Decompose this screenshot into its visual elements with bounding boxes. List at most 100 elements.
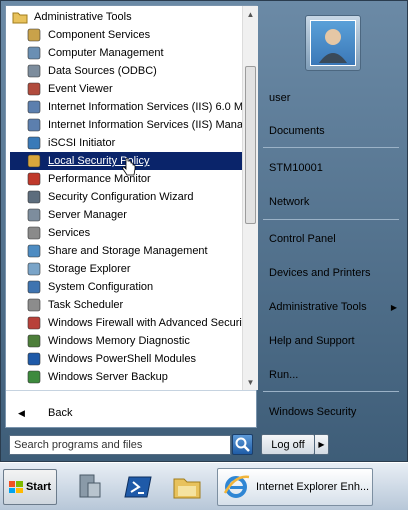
right-pane-item[interactable]: Network — [263, 189, 403, 215]
arrow-right-icon: ▶ — [318, 440, 325, 449]
system-config-icon — [26, 279, 42, 295]
scroll-down-button[interactable]: ▼ — [243, 374, 258, 390]
program-item[interactable]: Component Services — [6, 26, 242, 44]
program-label: Windows Server Backup — [48, 371, 168, 383]
user-avatar-icon — [310, 20, 356, 66]
program-item[interactable]: Share and Storage Management — [6, 242, 242, 260]
right-pane-label: Help and Support — [269, 335, 355, 347]
right-pane-label: Devices and Printers — [269, 267, 371, 279]
powershell-icon — [26, 351, 42, 367]
user-avatar[interactable] — [305, 15, 361, 71]
server-manager-icon — [26, 207, 42, 223]
scroll-up-button[interactable]: ▲ — [243, 6, 258, 22]
right-pane-item[interactable]: Control Panel — [263, 226, 403, 252]
program-label: Component Services — [48, 29, 151, 41]
start-button[interactable]: Start — [3, 469, 57, 505]
right-pane-item[interactable]: STM10001 — [263, 155, 403, 181]
backup-icon — [26, 369, 42, 385]
program-item[interactable]: Windows Memory Diagnostic — [6, 332, 242, 350]
program-label: Internet Information Services (IIS) Mana — [48, 119, 242, 131]
memory-icon — [26, 333, 42, 349]
right-pane-item[interactable]: Run... — [263, 362, 403, 388]
powershell-taskbar-icon[interactable] — [124, 473, 154, 501]
right-pane-label: Control Panel — [269, 233, 336, 245]
computer-management-icon — [26, 45, 42, 61]
program-label: Task Scheduler — [48, 299, 124, 311]
performance-monitor-icon — [26, 171, 42, 187]
right-pane-divider — [263, 391, 399, 392]
scroll-thumb[interactable] — [245, 66, 256, 224]
right-pane-label: STM10001 — [269, 162, 323, 174]
program-label: Computer Management — [48, 47, 164, 59]
program-label: Storage Explorer — [48, 263, 131, 275]
program-item[interactable]: Services — [6, 224, 242, 242]
shutdown-options-button[interactable]: ▶ — [315, 434, 329, 455]
program-item[interactable]: Data Sources (ODBC) — [6, 62, 242, 80]
program-item[interactable]: Task Scheduler — [6, 296, 242, 314]
program-item[interactable]: Event Viewer — [6, 80, 242, 98]
start-label: Start — [25, 481, 52, 493]
right-pane-label: Documents — [269, 125, 325, 137]
right-pane-divider — [263, 147, 399, 148]
program-item[interactable]: Storage Explorer — [6, 260, 242, 278]
right-pane-label: Run... — [269, 369, 299, 381]
program-label: Windows Firewall with Advanced Securit — [48, 317, 242, 329]
right-pane-label: Administrative Tools — [269, 301, 367, 313]
program-item[interactable]: Server Manager — [6, 206, 242, 224]
right-pane-item[interactable]: user — [263, 85, 403, 111]
program-item[interactable]: iSCSI Initiator — [6, 134, 242, 152]
right-pane-item[interactable]: Windows Security — [263, 399, 403, 425]
security-wizard-icon — [26, 189, 42, 205]
program-item[interactable]: Windows PowerShell Modules — [6, 350, 242, 368]
back-arrow-icon: ◀ — [18, 407, 25, 418]
iis-manager-icon — [26, 117, 42, 133]
right-pane-item[interactable]: Documents — [263, 118, 403, 144]
logoff-label: Log off — [271, 438, 305, 451]
program-label: Windows PowerShell Modules — [48, 353, 196, 365]
search-placeholder: Search programs and files — [14, 439, 143, 451]
search-button[interactable] — [232, 434, 253, 455]
back-button[interactable]: ◀ Back — [6, 402, 256, 424]
right-pane-divider — [263, 219, 399, 220]
logoff-button[interactable]: Log off — [261, 434, 315, 455]
program-item[interactable]: Internet Information Services (IIS) Mana — [6, 116, 242, 134]
internet-explorer-icon — [222, 473, 250, 501]
program-label: iSCSI Initiator — [48, 137, 116, 149]
right-pane-item[interactable]: Administrative Tools ▶ — [263, 294, 403, 320]
server-manager-taskbar-icon[interactable] — [74, 473, 104, 501]
program-label: Data Sources (ODBC) — [48, 65, 157, 77]
search-icon — [235, 437, 250, 452]
program-label: System Configuration — [48, 281, 154, 293]
program-label: Security Configuration Wizard — [48, 191, 194, 203]
program-item[interactable]: System Configuration — [6, 278, 242, 296]
programs-pane: Administrative Tools Component Services C… — [5, 5, 258, 428]
explorer-taskbar-icon[interactable] — [172, 473, 202, 501]
windows-logo-icon — [8, 481, 23, 493]
program-label: Windows Memory Diagnostic — [48, 335, 190, 347]
right-pane-label: user — [269, 92, 291, 104]
search-input[interactable]: Search programs and files — [9, 435, 231, 455]
right-pane-item[interactable]: Devices and Printers — [263, 260, 403, 286]
program-item[interactable]: Security Configuration Wizard — [6, 188, 242, 206]
right-pane-label: Windows Security — [269, 406, 357, 418]
taskbar-ie-window[interactable]: Internet Explorer Enh... — [217, 468, 373, 506]
back-divider — [6, 390, 256, 391]
programs-scrollbar[interactable]: ▲ ▼ — [242, 6, 258, 390]
folder-administrative-tools[interactable]: Administrative Tools — [10, 8, 246, 26]
right-pane-item[interactable]: Help and Support — [263, 328, 403, 354]
program-item[interactable]: Internet Information Services (IIS) 6.0 … — [6, 98, 242, 116]
folder-icon — [12, 9, 28, 25]
program-item[interactable]: Computer Management — [6, 44, 242, 62]
iis6-icon — [26, 99, 42, 115]
program-label: Event Viewer — [48, 83, 113, 95]
security-policy-icon — [26, 153, 42, 169]
program-item[interactable]: Windows Firewall with Advanced Securit — [6, 314, 242, 332]
program-item[interactable]: Windows Server Backup — [6, 368, 242, 386]
back-label: Back — [48, 407, 73, 419]
clock-icon — [26, 297, 42, 313]
share-storage-icon — [26, 243, 42, 259]
programs-list: Administrative Tools Component Services C… — [6, 6, 258, 390]
start-menu: Administrative Tools Component Services C… — [0, 0, 408, 462]
program-label: Services — [48, 227, 91, 239]
component-services-icon — [26, 27, 42, 43]
